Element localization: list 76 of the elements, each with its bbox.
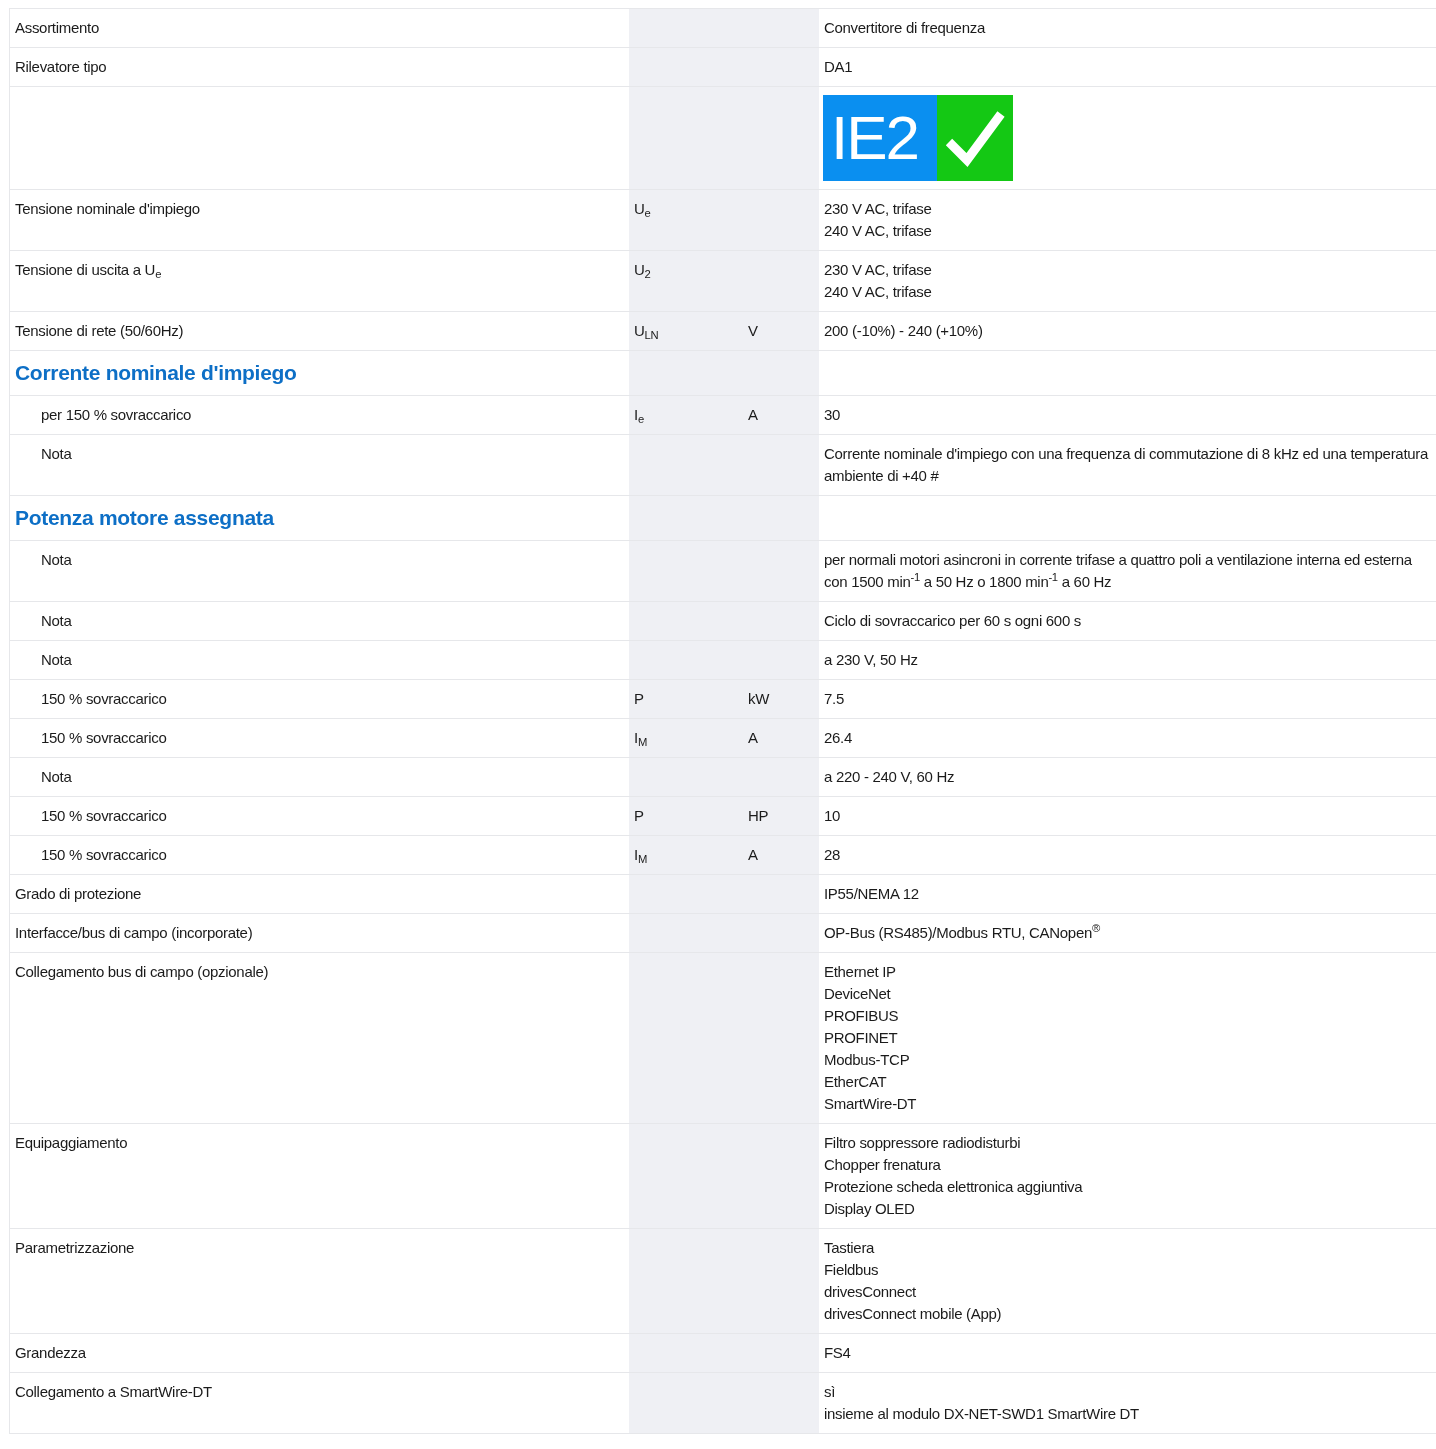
spec-label: 150 % sovraccarico (41, 728, 168, 748)
value-text: Corrente nominale d'impiego con una frequenza di commutazione di 8 kHz ed una temperatura ambiente di +40 # (824, 444, 1430, 486)
value-text: PROFINET (824, 1028, 899, 1048)
unit-cell: kW (743, 680, 819, 718)
section-heading: Potenza motore assegnata (15, 505, 276, 531)
spec-label: Grandezza (15, 1343, 87, 1363)
value-text: IP55/NEMA 12 (824, 884, 920, 904)
value-text: 10 (824, 806, 842, 826)
value-text: Protezione scheda elettronica aggiuntiva (824, 1177, 1084, 1197)
value-text: DA1 (824, 57, 854, 77)
value-text: Filtro soppressore radiodisturbi (824, 1133, 1022, 1153)
unit-cell: A (743, 396, 819, 434)
value-text: Convertitore di frequenza (824, 18, 987, 38)
value-text: 240 V AC, trifase (824, 282, 933, 302)
symbol-cell: I$_{e}$ (629, 396, 743, 434)
value-text: Ciclo di sovraccarico per 60 s ogni 600 s (824, 611, 1082, 631)
spec-label: Interfacce/bus di campo (incorporate) (15, 923, 254, 943)
spec-label: Collegamento bus di campo (opzionale) (15, 962, 270, 982)
spec-label: Rilevatore tipo (15, 57, 108, 77)
value-text: per normali motori asincroni in corrente trifase a quattro poli a ventilazione interna ed esterna con 1500 min$^{-1}$ a 50 Hz o 1800 min$^{-1}$ a 60 Hz (824, 550, 1413, 592)
spec-label: 150 % sovraccarico (41, 806, 168, 826)
unit-cell: V (743, 312, 819, 350)
value-text: drivesConnect mobile (App) (824, 1304, 1003, 1324)
value-text: 28 (824, 845, 842, 865)
symbol-cell: U$_{e}$ (629, 190, 743, 250)
value-text: 30 (824, 405, 842, 425)
value-text: 26.4 (824, 728, 853, 748)
unit-cell: HP (743, 797, 819, 835)
symbol-cell: P (629, 680, 743, 718)
section-heading: Corrente nominale d'impiego (15, 360, 298, 386)
unit-cell: A (743, 719, 819, 757)
spec-label: Nota (41, 650, 73, 670)
value-text: 240 V AC, trifase (824, 221, 933, 241)
value-text: EtherCAT (824, 1072, 888, 1092)
spec-label: Equipaggiamento (15, 1133, 129, 1153)
spec-label: 150 % sovraccarico (41, 845, 168, 865)
value-text: a 220 - 240 V, 60 Hz (824, 767, 956, 787)
spec-label: Collegamento a SmartWire-DT (15, 1382, 213, 1402)
value-text: Tastiera (824, 1238, 876, 1258)
symbol-cell: P (629, 797, 743, 835)
spec-label: Nota (41, 444, 73, 464)
value-text: Fieldbus (824, 1260, 880, 1280)
value-text: 230 V AC, trifase (824, 199, 933, 219)
value-text: PROFIBUS (824, 1006, 900, 1026)
spec-label: Assortimento (15, 18, 100, 38)
value-text: SmartWire-DT (824, 1094, 918, 1114)
spec-label: per 150 % sovraccarico (41, 405, 193, 425)
value-text: Ethernet IP (824, 962, 897, 982)
spec-label: Nota (41, 767, 73, 787)
value-text: DeviceNet (824, 984, 892, 1004)
spec-label: Tensione di rete (50/60Hz) (15, 321, 185, 341)
spec-label: Grado di protezione (15, 884, 143, 904)
value-text: Display OLED (824, 1199, 916, 1219)
value-text: 230 V AC, trifase (824, 260, 933, 280)
value-text: sì (824, 1382, 837, 1402)
value-text: Modbus-TCP (824, 1050, 911, 1070)
spec-label: Nota (41, 550, 73, 570)
spec-label: 150 % sovraccarico (41, 689, 168, 709)
value-text: 200 (-10%) - 240 (+10%) (824, 321, 984, 341)
symbol-cell: U$_{LN}$ (629, 312, 743, 350)
symbol-cell: I$_{M}$ (629, 719, 743, 757)
spec-label: Tensione di uscita a U$_{e}$ (15, 260, 163, 280)
spec-label: Parametrizzazione (15, 1238, 136, 1258)
unit-cell: A (743, 836, 819, 874)
value-text: insieme al modulo DX-NET-SWD1 SmartWire DT (824, 1404, 1140, 1424)
spec-label: Nota (41, 611, 73, 631)
value-text: a 230 V, 50 Hz (824, 650, 919, 670)
symbol-cell: I$_{M}$ (629, 836, 743, 874)
checkmark-icon (943, 108, 1007, 168)
symbol-cell: U$_{2}$ (629, 251, 743, 311)
spec-label: Tensione nominale d'impiego (15, 199, 201, 219)
value-text: drivesConnect (824, 1282, 917, 1302)
value-text: Chopper frenatura (824, 1155, 942, 1175)
value-text: 7.5 (824, 689, 845, 709)
value-text: OP-Bus (RS485)/Modbus RTU, CANopen$^{®}$ (824, 922, 1101, 943)
value-text: FS4 (824, 1343, 852, 1363)
